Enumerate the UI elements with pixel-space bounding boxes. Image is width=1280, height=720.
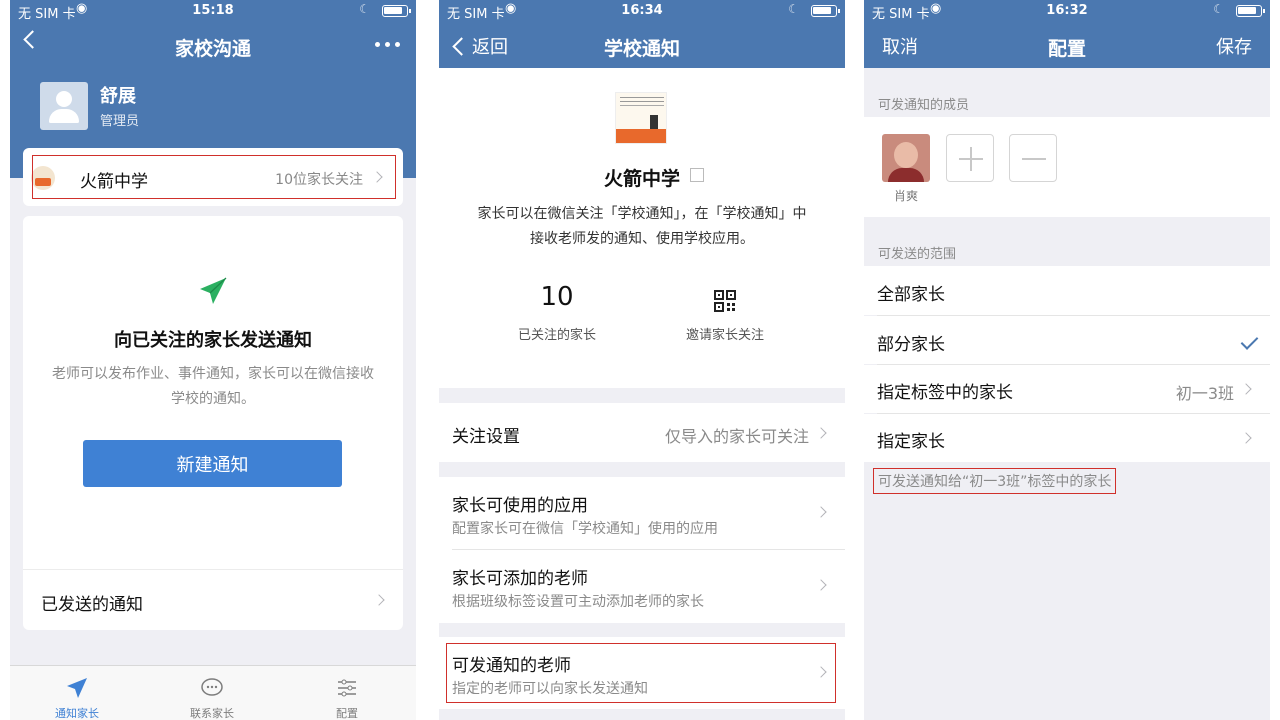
scope-option-tag[interactable]: 指定标签中的家长 初一3班	[864, 365, 1270, 413]
followers-label: 已关注的家长	[517, 328, 596, 343]
sliders-icon	[338, 679, 356, 697]
header: 无 SIM 卡 ◉ 16:34 ☾ 返回 学校通知	[439, 0, 845, 68]
phone-screen-school-notice: 无 SIM 卡 ◉ 16:34 ☾ 返回 学校通知 火箭中学 家长可以在微信关注…	[439, 0, 845, 720]
row-title: 关注设置	[452, 427, 520, 447]
phone-screen-config: 无 SIM 卡 ◉ 16:32 ☾ 取消 配置 保存 可发通知的成员 肖爽 可发…	[864, 0, 1270, 720]
new-notice-button[interactable]: 新建通知	[83, 440, 342, 487]
status-bar: 无 SIM 卡 ◉ 16:34 ☾	[439, 0, 845, 22]
scope-option-all[interactable]: 全部家长	[864, 266, 1270, 315]
header: 无 SIM 卡 ◉ 16:32 ☾ 取消 配置 保存	[864, 0, 1270, 68]
settings-group: 家长可使用的应用 配置家长可在微信「学校通知」使用的应用 家长可添加的老师 根据…	[439, 477, 845, 623]
tab-contact-parents[interactable]: 联系家长	[162, 666, 262, 720]
chevron-right-icon	[373, 594, 385, 606]
clock: 15:18	[192, 3, 234, 18]
scope-option-partial[interactable]: 部分家长	[864, 316, 1270, 364]
moon-icon: ☾	[788, 2, 799, 16]
tab-bar: 通知家长 联系家长 配置	[10, 665, 416, 720]
phone-screen-family-school: 无 SIM 卡 ◉ 15:18 ☾ 家校沟通 舒展 管理员 火箭中学 10位家长…	[10, 0, 416, 720]
members-section-header: 可发通知的成员	[878, 98, 970, 113]
member-name: 肖爽	[893, 189, 918, 203]
members-panel: 肖爽	[864, 117, 1270, 217]
nav-bar: 家校沟通	[10, 22, 416, 68]
chevron-right-icon	[815, 579, 827, 591]
chat-bubble-icon	[201, 678, 223, 696]
row-title: 家长可使用的应用	[452, 496, 588, 516]
chevron-right-icon	[1240, 432, 1252, 444]
battery-icon	[382, 5, 411, 17]
admin-role: 管理员	[100, 114, 140, 129]
scope-section-header: 可发送的范围	[878, 247, 957, 262]
notify-card: 向已关注的家长发送通知 老师可以发布作业、事件通知，家长可以在微信接收学校的通知…	[23, 216, 403, 630]
addable-teachers-row[interactable]: 家长可添加的老师 根据班级标签设置可主动添加老师的家长	[439, 550, 845, 623]
chevron-right-icon	[815, 506, 827, 518]
checkmark-icon	[1240, 332, 1259, 350]
paper-plane-icon	[67, 678, 87, 698]
avatar[interactable]	[882, 134, 930, 182]
follow-settings-row[interactable]: 关注设置 仅导入的家长可关注	[439, 403, 845, 462]
row-subtitle: 配置家长可在微信「学校通知」使用的应用	[452, 521, 718, 537]
row-subtitle: 根据班级标签设置可主动添加老师的家长	[452, 594, 704, 610]
school-info-panel: 火箭中学 家长可以在微信关注「学校通知」，在「学校通知」中接收老师发的通知、使用…	[439, 68, 845, 388]
tab-notify-parents[interactable]: 通知家长	[27, 666, 127, 720]
sent-notices-row[interactable]: 已发送的通知	[23, 569, 403, 630]
battery-icon	[1236, 5, 1265, 17]
status-bar: 无 SIM 卡 ◉ 16:32 ☾	[864, 0, 1270, 22]
highlight-box	[32, 155, 396, 199]
battery-icon	[811, 5, 840, 17]
invite-parents-label[interactable]: 邀请家长关注	[665, 324, 785, 343]
add-member-button[interactable]	[946, 134, 994, 182]
page-title: 家校沟通	[174, 38, 251, 60]
chevron-right-icon	[1240, 383, 1252, 395]
row-value: 仅导入的家长可关注	[664, 427, 809, 446]
tab-label: 配置	[336, 707, 358, 720]
avatar	[40, 82, 88, 130]
sent-notices-label: 已发送的通知	[41, 595, 143, 615]
notify-description: 老师可以发布作业、事件通知，家长可以在微信接收学校的通知。	[52, 366, 374, 407]
save-button[interactable]: 保存	[1216, 33, 1252, 59]
nav-bar: 返回 学校通知	[439, 22, 845, 68]
highlight-box	[446, 643, 836, 703]
row-title: 家长可添加的老师	[452, 569, 588, 589]
option-label: 部分家长	[877, 335, 945, 355]
parent-apps-row[interactable]: 家长可使用的应用 配置家长可在微信「学校通知」使用的应用	[439, 477, 845, 549]
option-label: 指定家长	[877, 432, 945, 452]
tab-settings[interactable]: 配置	[297, 666, 397, 720]
chevron-right-icon	[815, 427, 827, 439]
option-label: 指定标签中的家长	[877, 383, 1013, 403]
tab-label: 通知家长	[55, 707, 99, 720]
page-title: 学校通知	[603, 38, 680, 60]
option-label: 全部家长	[877, 285, 945, 305]
remove-member-button[interactable]	[1009, 134, 1057, 182]
edit-icon[interactable]	[690, 168, 704, 182]
followers-count[interactable]: 10	[497, 282, 617, 312]
send-icon	[200, 277, 227, 304]
tab-label: 联系家长	[190, 707, 234, 720]
school-logo-image	[615, 92, 667, 144]
school-name: 火箭中学	[603, 168, 680, 190]
qr-code-icon[interactable]	[714, 290, 736, 312]
status-bar: 无 SIM 卡 ◉ 15:18 ☾	[10, 0, 416, 22]
clock: 16:32	[1046, 3, 1088, 18]
notify-heading: 向已关注的家长发送通知	[114, 330, 312, 351]
clock: 16:34	[621, 3, 663, 18]
nav-bar: 取消 配置 保存	[864, 22, 1270, 68]
admin-name: 舒展	[100, 86, 136, 107]
more-icon[interactable]	[375, 42, 400, 47]
moon-icon: ☾	[1213, 2, 1224, 16]
scope-option-specific[interactable]: 指定家长	[864, 414, 1270, 462]
option-value: 初一3班	[1175, 384, 1234, 403]
school-description: 家长可以在微信关注「学校通知」，在「学校通知」中接收老师发的通知、使用学校应用。	[477, 206, 807, 247]
scope-note: 可发送通知给“初一3班”标签中的家长	[873, 468, 1117, 494]
moon-icon: ☾	[359, 2, 370, 16]
page-title: 配置	[1047, 38, 1086, 60]
